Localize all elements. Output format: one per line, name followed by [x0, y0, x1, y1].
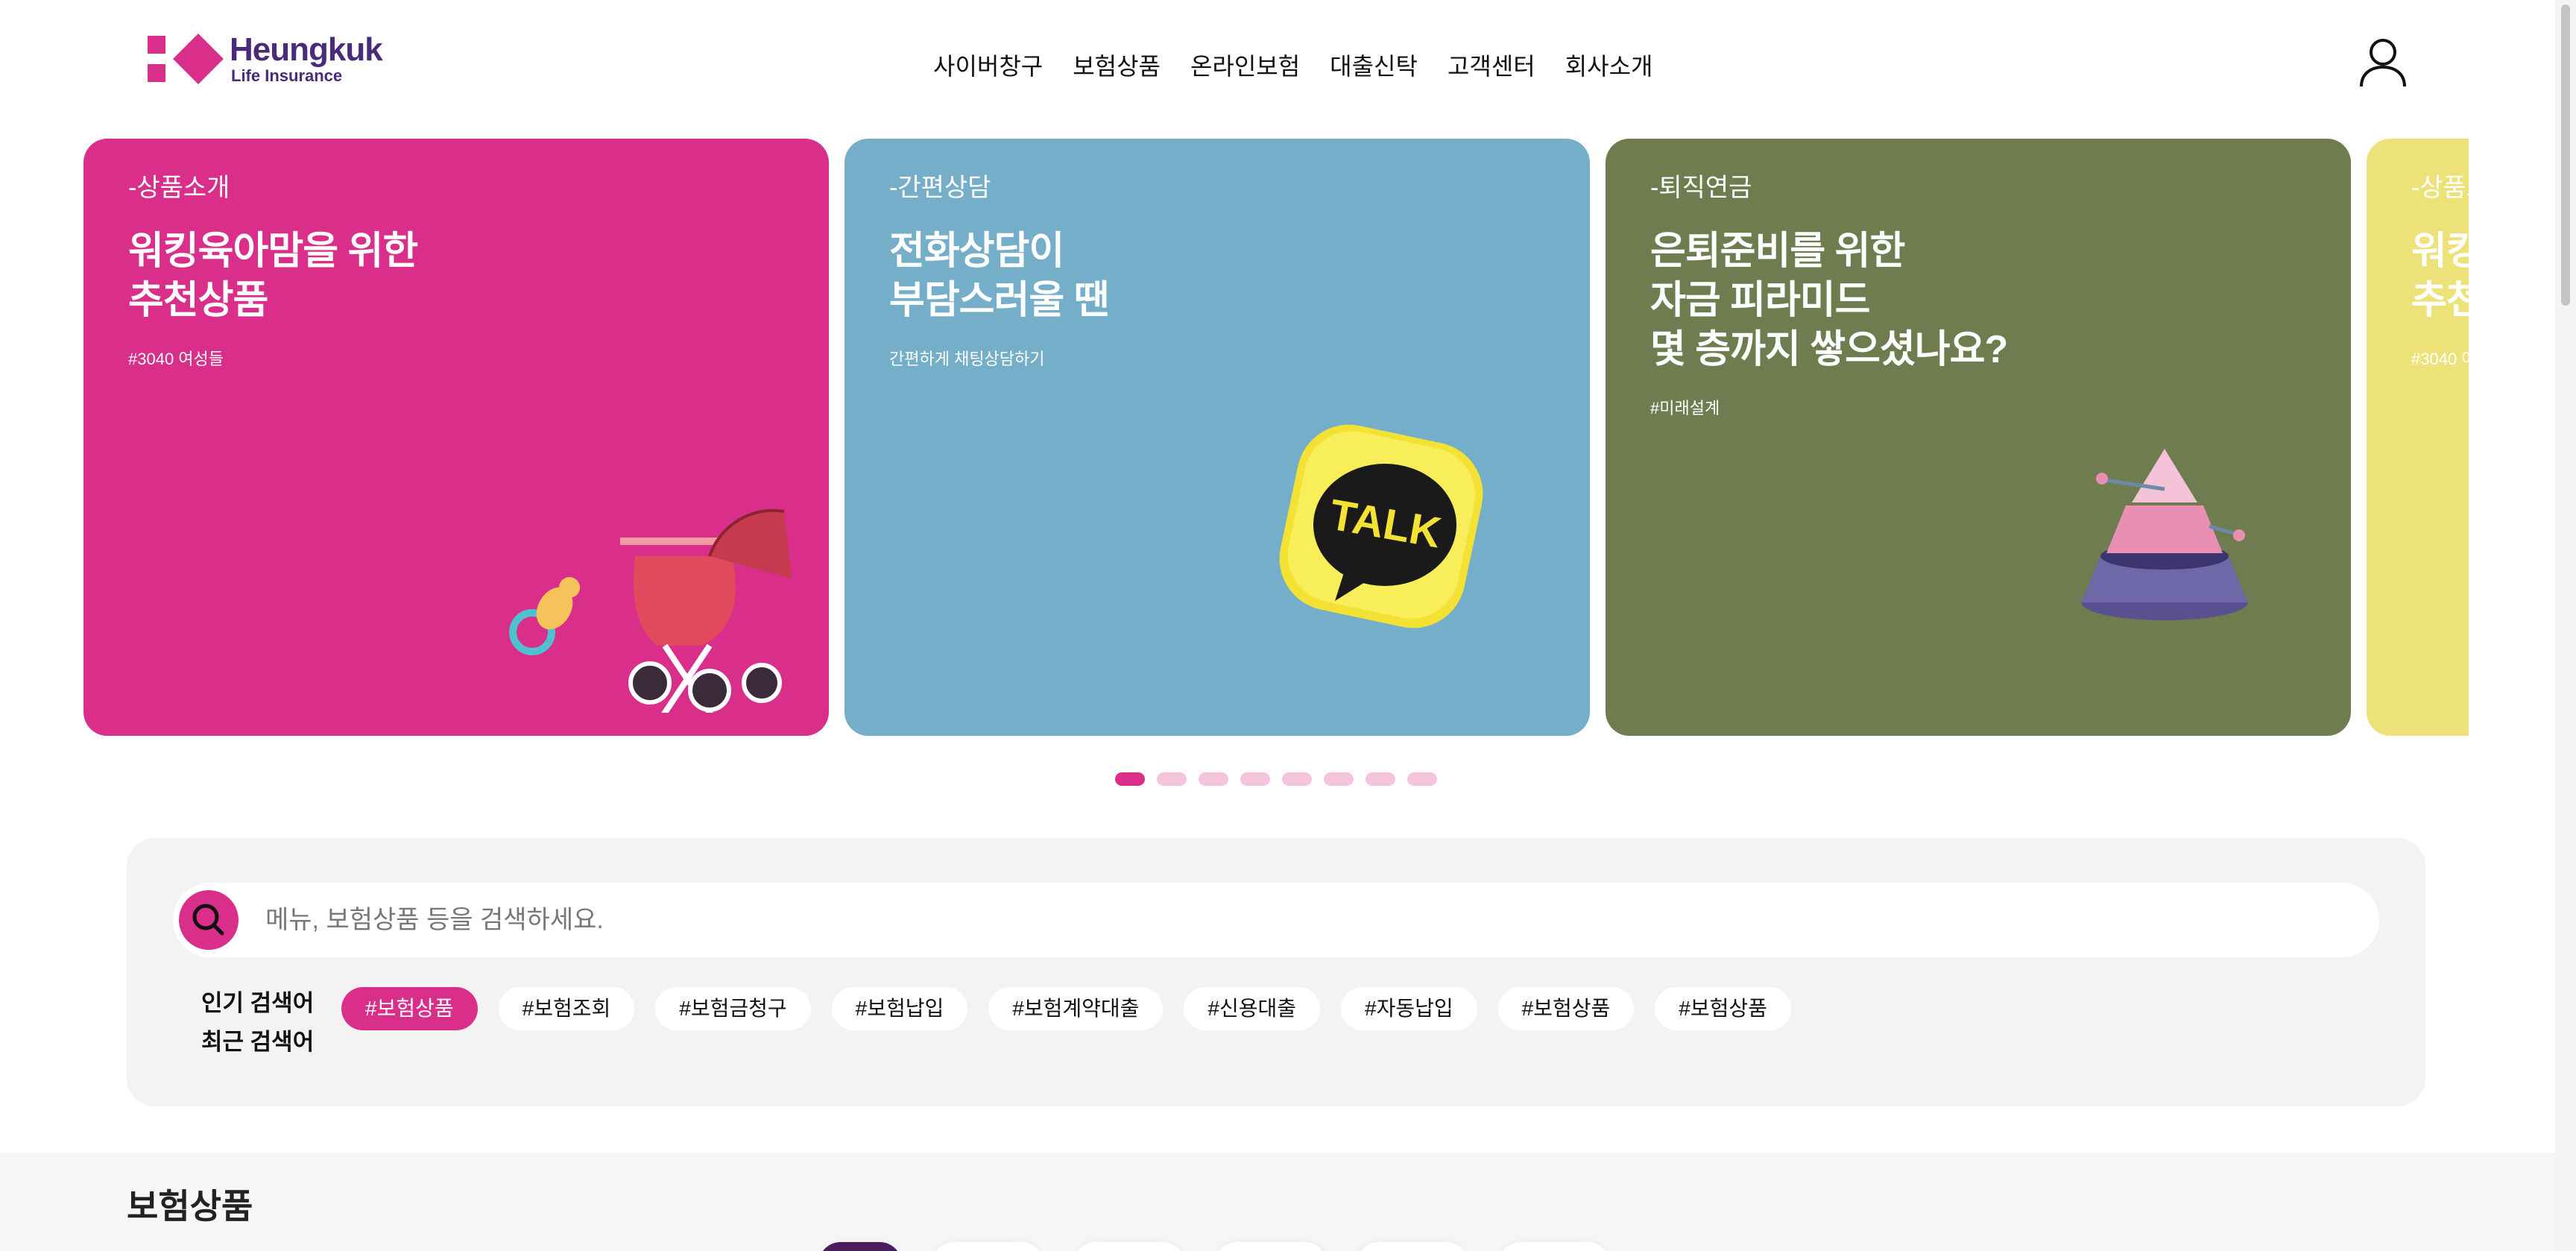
keyword-chip[interactable]: #보험상품	[1655, 987, 1791, 1030]
popular-keywords-tab[interactable]: 인기 검색어	[201, 984, 314, 1023]
promo-carousel: -상품소개 워킹육아맘을 위한 추천상품 #3040 여성들 -간편상담 전화상…	[83, 139, 2469, 736]
search-icon	[192, 904, 224, 936]
keyword-chip[interactable]: #보험조회	[498, 987, 635, 1030]
product-category-tabs	[818, 1242, 1640, 1251]
product-tab[interactable]	[1357, 1242, 1468, 1251]
product-tab[interactable]	[818, 1242, 902, 1251]
keyword-chips: #보험상품 #보험조회 #보험금청구 #보험납입 #보험계약대출 #신용대출 #…	[341, 987, 1812, 1030]
carousel-pagination	[1115, 772, 1449, 786]
main-nav: 사이버창구 보험상품 온라인보험 대출신탁 고객센터 회사소개	[933, 48, 1682, 82]
carousel-dot[interactable]	[1157, 772, 1187, 786]
keyword-chip[interactable]: #보험상품	[341, 987, 478, 1030]
kakaotalk-icon: TALK	[1279, 424, 1483, 628]
card-category: -상품소개	[2411, 174, 2469, 202]
carousel-dot[interactable]	[1324, 772, 1354, 786]
card-category: -간편상담	[889, 174, 991, 202]
search-input[interactable]	[265, 883, 2352, 957]
search-panel: 인기 검색어 최근 검색어 #보험상품 #보험조회 #보험금청구 #보험납입 #…	[127, 838, 2425, 1106]
logo-name: Heungkuk	[230, 31, 383, 68]
heungkuk-logo[interactable]: Heungkuk Life Insurance	[148, 31, 383, 85]
carousel-dot[interactable]	[1407, 772, 1437, 786]
keyword-chip[interactable]: #보험상품	[1497, 987, 1635, 1030]
carousel-dot[interactable]	[1199, 772, 1228, 786]
card-tag: #3040 여성들	[2411, 350, 2469, 368]
promo-card-chat-consult[interactable]: -간편상담 전화상담이 부담스러울 땐 간편하게 채팅상담하기 TALK	[845, 139, 1590, 736]
card-title: 은퇴준비를 위한 자금 피라미드 몇 층까지 쌓으셨나요?	[1650, 230, 2008, 371]
card-tag: 간편하게 채팅상담하기	[889, 350, 1045, 368]
nav-item-loan-trust[interactable]: 대출신탁	[1330, 48, 1418, 82]
card-title: 워킹육아맘을 위한 추천상품	[128, 230, 418, 322]
carousel-dot[interactable]	[1115, 772, 1145, 786]
card-title: 전화상담이 부담스러울 땐	[889, 230, 1109, 322]
promo-card-working-mom-next[interactable]: -상품소개 워킹육아맘을 위한 추천상품 #3040 여성들	[2367, 139, 2469, 736]
logo-subtitle: Life Insurance	[231, 66, 343, 85]
card-category: -퇴직연금	[1650, 174, 1752, 202]
carousel-dot[interactable]	[1240, 772, 1270, 786]
keyword-chip[interactable]: #보험금청구	[655, 987, 811, 1030]
products-section: 보험상품	[0, 1153, 2555, 1251]
product-tab[interactable]	[932, 1242, 1044, 1251]
card-tag: #미래설계	[1650, 399, 1720, 417]
product-tab[interactable]	[1073, 1242, 1185, 1251]
card-title: 워킹육아맘을 위한 추천상품	[2411, 230, 2469, 322]
card-tag: #3040 여성들	[128, 350, 224, 368]
logo-mark-icon	[148, 34, 224, 84]
card-category: -상품소개	[128, 174, 230, 202]
nav-item-customer-center[interactable]: 고객센터	[1448, 48, 1535, 82]
keyword-chip[interactable]: #자동납입	[1341, 987, 1477, 1030]
pyramid-icon	[2081, 449, 2248, 620]
carousel-dot[interactable]	[1282, 772, 1312, 786]
search-button[interactable]	[179, 890, 239, 950]
page-scrollbar[interactable]	[2555, 0, 2576, 1251]
keyword-chip[interactable]: #보험납입	[831, 987, 968, 1030]
recent-keywords-tab[interactable]: 최근 검색어	[201, 1023, 314, 1062]
promo-card-working-mom[interactable]: -상품소개 워킹육아맘을 위한 추천상품 #3040 여성들	[83, 139, 829, 736]
promo-card-retirement-pension[interactable]: -퇴직연금 은퇴준비를 위한 자금 피라미드 몇 층까지 쌓으셨나요? #미래설…	[1606, 139, 2351, 736]
nav-item-cyber-counter[interactable]: 사이버창구	[933, 48, 1043, 82]
search-bar	[173, 883, 2379, 957]
keyword-chip[interactable]: #신용대출	[1184, 987, 1321, 1030]
stroller-pacifier-icon	[509, 508, 792, 713]
keyword-labels: 인기 검색어 최근 검색어	[201, 984, 314, 1062]
keyword-chip[interactable]: #보험계약대출	[988, 987, 1164, 1030]
nav-item-online-insurance[interactable]: 온라인보험	[1190, 48, 1300, 82]
product-tab[interactable]	[1498, 1242, 1610, 1251]
scrollbar-thumb[interactable]	[2561, 4, 2570, 306]
user-icon[interactable]	[2358, 36, 2408, 88]
nav-item-company-info[interactable]: 회사소개	[1565, 48, 1653, 82]
product-tab[interactable]	[1215, 1242, 1327, 1251]
carousel-dot[interactable]	[1366, 772, 1395, 786]
nav-item-insurance-products[interactable]: 보험상품	[1073, 48, 1161, 82]
section-title: 보험상품	[127, 1187, 253, 1226]
